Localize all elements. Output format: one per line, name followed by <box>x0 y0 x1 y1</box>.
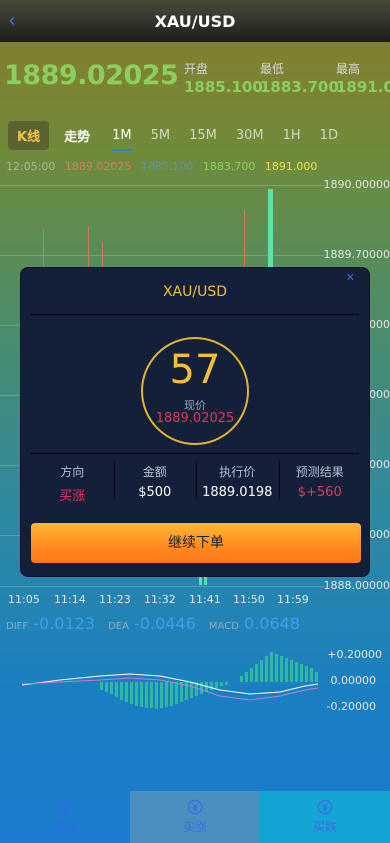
nav-hold-label: 持仓 <box>52 820 77 834</box>
tab-kline[interactable]: K线 <box>8 120 50 150</box>
period-tabs: K线 走势 1M 5M 15M 30M 1H 1D <box>8 120 390 151</box>
back-button[interactable]: ‹ <box>8 8 16 32</box>
tab-5m[interactable]: 5M <box>151 128 171 143</box>
exec-price-label: 执行价 <box>219 465 256 479</box>
macd-label: MACD <box>208 621 239 632</box>
high-value: 1891.0 <box>336 78 390 96</box>
close-icon[interactable]: ✕ <box>346 271 355 284</box>
candle-wick <box>88 227 89 272</box>
top-bar: ‹ XAU/USD <box>0 0 390 42</box>
chart-info: 12:05:00 1889.02025 1885.100 1883.700 18… <box>6 160 323 173</box>
price-axis-label: 1889.70000 <box>323 248 390 261</box>
current-price-value: 1889.02025 <box>155 411 235 426</box>
tab-15m[interactable]: 15M <box>189 128 217 143</box>
low-value: 1883.700 <box>260 78 339 96</box>
nav-hold[interactable]: 持仓 <box>0 791 130 843</box>
price-axis-label: 1888.00000 <box>323 579 390 592</box>
candle-body <box>268 189 273 279</box>
nav-buy-down-label: 买跌 <box>312 820 337 834</box>
exec-price-value: 1889.0198 <box>202 485 273 500</box>
direction-value: 买涨 <box>59 489 86 504</box>
chart-high: 1891.000 <box>264 160 318 173</box>
high-label: 最高 <box>336 62 361 76</box>
tab-1h[interactable]: 1H <box>283 128 301 143</box>
direction-cell: 方向 买涨 <box>31 459 114 505</box>
exec-price-cell: 执行价 1889.0198 <box>196 459 279 505</box>
macd-axis-label: -0.20000 <box>326 700 376 713</box>
countdown-number: 57 <box>169 347 221 393</box>
countdown-ring: 57 现价 1889.02025 <box>141 337 249 445</box>
dea-value: -0.0446 <box>134 614 196 633</box>
tab-1d[interactable]: 1D <box>320 128 338 143</box>
amount-value: $500 <box>138 485 172 500</box>
open-label: 开盘 <box>184 62 209 76</box>
nav-buy-up[interactable]: 买涨 <box>130 791 260 843</box>
time-axis-label: 11:05 <box>8 593 40 606</box>
result-value: $+560 <box>297 485 342 500</box>
coins-icon <box>57 799 74 814</box>
nav-buy-down[interactable]: 买跌 <box>260 791 390 843</box>
macd-axis-label: +0.20000 <box>327 648 382 661</box>
divider <box>31 453 359 454</box>
quote-header: 1889.02025 开盘 最低 最高 1885.100 1883.700 18… <box>2 58 390 98</box>
continue-order-button[interactable]: 继续下单 <box>31 523 361 563</box>
chart-open: 1885.100 <box>140 160 194 173</box>
result-cell: 预测结果 $+560 <box>278 459 362 505</box>
tab-trend[interactable]: 走势 <box>64 126 90 145</box>
nav-buy-up-label: 买涨 <box>182 820 207 834</box>
open-value: 1885.100 <box>184 78 263 96</box>
grid-line <box>0 586 325 587</box>
time-axis-label: 11:50 <box>233 593 265 606</box>
result-label: 预测结果 <box>295 465 344 479</box>
bottom-nav: 持仓 买涨 买跌 <box>0 791 390 843</box>
indicator-row: DIFF -0.0123 DEA -0.0446 MACD 0.0648 <box>6 614 308 633</box>
diff-value: -0.0123 <box>33 614 96 633</box>
divider <box>31 314 359 315</box>
candle-body <box>204 577 207 585</box>
macd-value: 0.0648 <box>244 614 300 633</box>
tab-30m[interactable]: 30M <box>236 128 264 143</box>
chart-time: 12:05:00 <box>6 160 56 173</box>
direction-label: 方向 <box>60 465 85 479</box>
yen-icon <box>187 799 203 815</box>
time-axis-label: 11:59 <box>277 593 309 606</box>
amount-cell: 金额 $500 <box>113 459 197 505</box>
grid-line <box>0 185 325 186</box>
macd-histogram <box>21 652 319 709</box>
yen-icon <box>317 799 333 815</box>
time-axis: 11:05 11:14 11:23 11:32 11:41 11:50 11:5… <box>0 593 330 607</box>
diff-label: DIFF <box>6 621 29 632</box>
chart-low: 1883.700 <box>202 160 256 173</box>
grid-line <box>0 255 325 256</box>
low-label: 最低 <box>260 62 285 76</box>
time-axis-label: 11:41 <box>189 593 221 606</box>
page-title: XAU/USD <box>154 11 236 31</box>
time-axis-label: 11:32 <box>144 593 176 606</box>
chart-close: 1889.02025 <box>64 160 132 173</box>
order-info: 方向 买涨 金额 $500 执行价 1889.0198 预测结果 $+560 <box>31 459 361 505</box>
modal-title: XAU/USD <box>162 284 228 300</box>
amount-label: 金额 <box>142 465 167 479</box>
current-price: 1889.02025 <box>4 60 179 91</box>
order-result-modal: ✕ XAU/USD 57 现价 1889.02025 方向 买涨 金额 $500… <box>20 267 370 577</box>
time-axis-label: 11:14 <box>54 593 86 606</box>
candle-wick <box>244 210 245 270</box>
dea-label: DEA <box>108 621 129 632</box>
macd-chart: +0.20000 0.00000 -0.20000 <box>0 640 390 720</box>
macd-axis-label: 0.00000 <box>330 674 377 687</box>
price-axis-label: 1890.00000 <box>323 178 390 191</box>
time-axis-label: 11:23 <box>99 593 131 606</box>
tab-1m[interactable]: 1M <box>112 128 132 151</box>
